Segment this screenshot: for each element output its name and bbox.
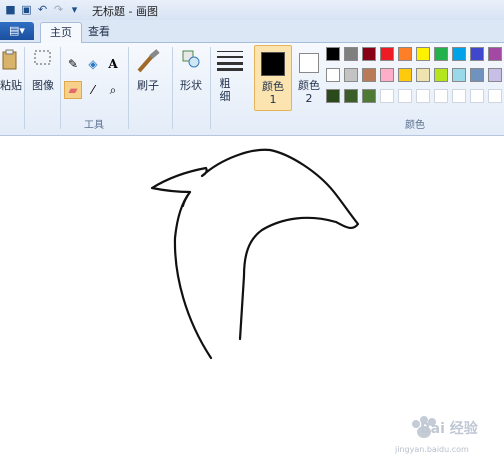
image-button[interactable]: 图像 xyxy=(28,47,58,107)
color-swatch[interactable] xyxy=(470,47,484,61)
color-swatch[interactable] xyxy=(488,68,502,82)
color-swatch[interactable] xyxy=(326,47,340,61)
color-swatch[interactable] xyxy=(398,47,412,61)
shapes-label: 形状 xyxy=(180,79,202,92)
color-swatch[interactable] xyxy=(398,68,412,82)
divider xyxy=(60,47,61,129)
pencil-icon[interactable]: ✎ xyxy=(64,55,82,73)
color-palette xyxy=(326,47,504,113)
title-bar: ■ ▣ ↶ ↷ ▾ 无标题 - 画图 xyxy=(0,0,504,21)
brushes-label: 刷子 xyxy=(137,79,159,92)
color-1-swatch xyxy=(261,52,285,76)
colors-group-label: 颜色 xyxy=(405,120,425,131)
color-swatch[interactable] xyxy=(344,47,358,61)
size-button[interactable]: 粗细 xyxy=(214,47,246,113)
divider xyxy=(210,47,211,129)
eraser-icon[interactable]: ▰ xyxy=(64,81,82,99)
color-swatch[interactable] xyxy=(452,47,466,61)
divider xyxy=(172,47,173,129)
color-swatch[interactable] xyxy=(326,68,340,82)
color-swatch[interactable] xyxy=(452,68,466,82)
save-icon[interactable]: ▣ xyxy=(20,3,33,16)
color-swatch[interactable] xyxy=(362,89,376,103)
watermark-text: Bai 经验 xyxy=(420,421,478,437)
app-icon: ■ xyxy=(5,3,16,16)
color-swatch[interactable] xyxy=(434,89,448,103)
color-picker-icon[interactable]: ⁄ xyxy=(84,81,102,99)
brushes-button[interactable]: 刷子 xyxy=(132,47,164,107)
fill-icon[interactable]: ◈ xyxy=(84,55,102,73)
tab-view[interactable]: 查看 xyxy=(82,22,116,42)
divider xyxy=(128,47,129,129)
color-2-button[interactable]: 颜色 2 xyxy=(294,45,324,109)
text-icon[interactable]: A xyxy=(104,55,122,73)
color-swatch[interactable] xyxy=(326,89,340,103)
brush-icon xyxy=(137,49,160,73)
color-swatch[interactable] xyxy=(380,68,394,82)
line-width-icon xyxy=(217,51,243,71)
window-title: 无标题 - 画图 xyxy=(92,5,158,18)
paste-label: 粘贴 xyxy=(0,79,22,92)
redo-icon[interactable]: ↷ xyxy=(52,3,65,16)
file-menu-button[interactable]: ▤▾ xyxy=(0,22,34,40)
paste-icon xyxy=(2,49,17,70)
color-swatch[interactable] xyxy=(344,68,358,82)
color-swatch[interactable] xyxy=(416,89,430,103)
color-swatch[interactable] xyxy=(398,89,412,103)
shapes-icon xyxy=(182,50,200,68)
color-swatch[interactable] xyxy=(344,89,358,103)
tools-group-label: 工具 xyxy=(84,120,104,131)
color-swatch[interactable] xyxy=(362,68,376,82)
color-swatch[interactable] xyxy=(488,89,502,103)
color-1-label: 颜色 1 xyxy=(262,80,284,106)
file-menu-icon: ▤▾ xyxy=(9,24,25,37)
color-swatch[interactable] xyxy=(380,47,394,61)
color-swatch[interactable] xyxy=(416,47,430,61)
paste-button[interactable]: 粘贴 xyxy=(0,47,22,107)
divider xyxy=(24,47,25,129)
select-icon xyxy=(34,50,51,65)
color-1-button[interactable]: 颜色 1 xyxy=(254,45,292,111)
color-swatch[interactable] xyxy=(470,68,484,82)
color-swatch[interactable] xyxy=(470,89,484,103)
image-label: 图像 xyxy=(32,79,54,92)
color-swatch[interactable] xyxy=(380,89,394,103)
color-swatch[interactable] xyxy=(362,47,376,61)
watermark-url: jingyan.baidu.com xyxy=(395,445,469,454)
color-swatch[interactable] xyxy=(488,47,502,61)
customize-quick-access-icon[interactable]: ▾ xyxy=(68,3,81,16)
color-swatch[interactable] xyxy=(416,68,430,82)
tab-home[interactable]: 主页 xyxy=(40,22,82,43)
color-swatch[interactable] xyxy=(434,47,448,61)
shapes-button[interactable]: 形状 xyxy=(176,47,206,107)
color-swatch[interactable] xyxy=(434,68,448,82)
color-swatch[interactable] xyxy=(452,89,466,103)
ribbon: 粘贴 图像 ✎ ◈ A ▰ ⁄ ⌕ 工具 刷子 形状 粗细 颜色 1 颜色 2 … xyxy=(0,43,504,136)
color-2-swatch xyxy=(299,53,319,73)
color-2-label: 颜色 2 xyxy=(298,79,320,105)
size-label: 粗细 xyxy=(219,77,231,103)
magnifier-icon[interactable]: ⌕ xyxy=(104,81,122,99)
ribbon-tab-bar: ▤▾ 主页 查看 xyxy=(0,20,504,43)
undo-icon[interactable]: ↶ xyxy=(36,3,49,16)
